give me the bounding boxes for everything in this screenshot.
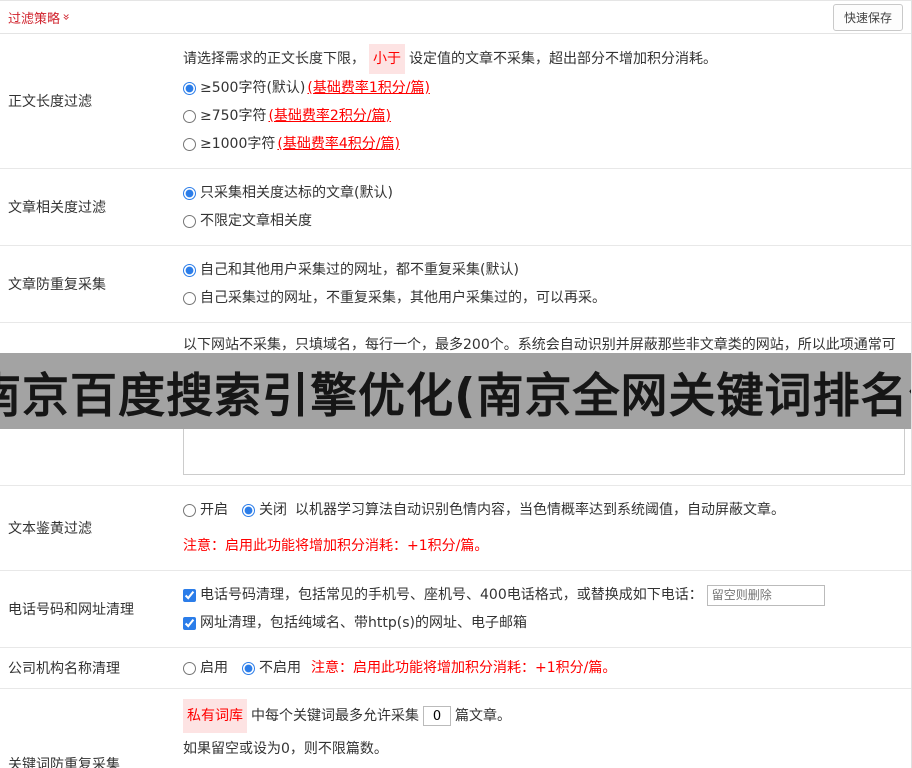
private-lexicon-highlight: 私有词库	[183, 699, 247, 733]
relevance-radio-strict[interactable]	[183, 186, 196, 200]
company-option-label: 启用	[200, 660, 228, 676]
row-label-phone-url: 电话号码和网址清理	[8, 602, 134, 618]
length-radio-750[interactable]	[183, 109, 196, 123]
length-option-fee: (基础费率2积分/篇)	[268, 108, 392, 124]
dedupe-option-self: 自己采集过的网址，不重复采集，其他用户采集过的，可以再采。	[183, 284, 903, 312]
relevance-radio-any[interactable]	[183, 214, 196, 228]
dedupe-option-label: 自己采集过的网址，不重复采集，其他用户采集过的，可以再采。	[200, 290, 606, 306]
phone-cleanup-line: 电话号码清理，包括常见的手机号、座机号、400电话格式，或替换成如下电话：	[183, 581, 903, 609]
row-label-company: 公司机构名称清理	[8, 661, 120, 677]
dedupe-radio-global[interactable]	[183, 263, 196, 277]
length-option-label: ≥500字符(默认)	[200, 80, 306, 96]
porn-filter-options: 开启 关闭 以机器学习算法自动识别色情内容，当色情概率达到系统阈值，自动屏蔽文章…	[183, 496, 903, 524]
keyword-note-zero: 如果留空或设为0，则不限篇数。	[183, 741, 388, 757]
row-length-filter: 正文长度过滤 请选择需求的正文长度下限， 小于 设定值的文章不采集，超出部分不增…	[0, 34, 911, 169]
dedupe-option-global: 自己和其他用户采集过的网址，都不重复采集(默认)	[183, 256, 903, 284]
porn-filter-note: 注意：启用此功能将增加积分消耗：+1积分/篇。	[183, 538, 489, 554]
dedupe-option-label: 自己和其他用户采集过的网址，都不重复采集(默认)	[200, 262, 519, 278]
length-option-label: ≥750字符	[200, 108, 267, 124]
chevron-down-icon: »	[59, 13, 74, 21]
porn-option-label: 关闭	[259, 502, 287, 518]
watermark-overlay: 南京百度搜索引擎优化(南京全网关键词排名优化价	[0, 353, 911, 429]
company-cleanup-options: 启用 不启用 注意：启用此功能将增加积分消耗：+1积分/篇。	[183, 654, 903, 682]
relevance-option-strict: 只采集相关度达标的文章(默认)	[183, 179, 903, 207]
relevance-option-label: 不限定文章相关度	[200, 213, 312, 229]
company-radio-off[interactable]	[242, 661, 255, 675]
porn-radio-off[interactable]	[242, 503, 255, 517]
filter-strategy-page: 过滤策略 » 快速保存 正文长度过滤 请选择需求的正文长度下限， 小于 设定值的…	[0, 0, 912, 768]
row-phone-url-cleanup: 电话号码和网址清理 电话号码清理，包括常见的手机号、座机号、400电话格式，或替…	[0, 571, 911, 648]
porn-filter-description: 以机器学习算法自动识别色情内容，当色情概率达到系统阈值，自动屏蔽文章。	[295, 502, 785, 518]
length-option-1000: ≥1000字符 (基础费率4积分/篇)	[183, 130, 903, 158]
length-intro: 请选择需求的正文长度下限， 小于 设定值的文章不采集，超出部分不增加积分消耗。	[183, 44, 903, 74]
row-porn-filter: 文本鉴黄过滤 开启 关闭 以机器学习算法自动识别色情内容，当色情概率达到系统阈值…	[0, 486, 911, 571]
replacement-phone-input[interactable]	[706, 584, 825, 606]
length-intro-before: 请选择需求的正文长度下限，	[183, 51, 365, 67]
keyword-limit-input[interactable]	[423, 706, 451, 726]
company-option-label: 不启用	[259, 660, 301, 676]
keyword-limit-line: 私有词库 中每个关键词最多允许采集 篇文章。	[183, 699, 903, 733]
row-keyword-dedupe: 关键词防重复采集 私有词库 中每个关键词最多允许采集 篇文章。 如果留空或设为0…	[0, 689, 911, 768]
length-option-fee: (基础费率1积分/篇)	[307, 80, 430, 96]
length-intro-after: 设定值的文章不采集，超出部分不增加积分消耗。	[409, 51, 717, 67]
row-label-relevance: 文章相关度过滤	[8, 200, 106, 216]
row-label-porn: 文本鉴黄过滤	[8, 521, 92, 537]
url-cleanup-checkbox[interactable]	[183, 616, 196, 630]
row-company-cleanup: 公司机构名称清理 启用 不启用 注意：启用此功能将增加积分消耗：+1积分/篇。	[0, 648, 911, 689]
length-radio-500[interactable]	[183, 81, 196, 95]
page-title: 过滤策略	[8, 11, 61, 27]
page-header: 过滤策略 » 快速保存	[0, 1, 911, 34]
porn-radio-on[interactable]	[183, 503, 196, 517]
row-label-dedupe: 文章防重复采集	[8, 277, 106, 293]
dedupe-radio-self[interactable]	[183, 291, 196, 305]
url-cleanup-line: 网址清理，包括纯域名、带http(s)的网址、电子邮箱	[183, 609, 903, 637]
row-dedupe: 文章防重复采集 自己和其他用户采集过的网址，都不重复采集(默认) 自己采集过的网…	[0, 246, 911, 323]
length-option-fee: (基础费率4积分/篇)	[277, 136, 400, 152]
phone-cleanup-checkbox[interactable]	[183, 588, 196, 602]
relevance-option-any: 不限定文章相关度	[183, 207, 903, 235]
watermark-text: 南京百度搜索引擎优化(南京全网关键词排名优化价	[0, 368, 911, 424]
relevance-option-label: 只采集相关度达标的文章(默认)	[200, 185, 393, 201]
keyword-limit-suffix: 篇文章。	[455, 708, 511, 724]
row-relevance-filter: 文章相关度过滤 只采集相关度达标的文章(默认) 不限定文章相关度	[0, 169, 911, 246]
length-intro-highlight: 小于	[369, 44, 405, 74]
company-radio-on[interactable]	[183, 661, 196, 675]
porn-option-label: 开启	[200, 502, 228, 518]
row-label-length: 正文长度过滤	[8, 94, 92, 110]
row-label-keyword: 关键词防重复采集	[8, 757, 120, 768]
length-option-500: ≥500字符(默认) (基础费率1积分/篇)	[183, 74, 903, 102]
filter-strategy-title-toggle[interactable]: 过滤策略 »	[8, 8, 74, 27]
keyword-limit-text: 中每个关键词最多允许采集	[251, 708, 419, 724]
length-option-750: ≥750字符 (基础费率2积分/篇)	[183, 102, 903, 130]
length-radio-1000[interactable]	[183, 137, 196, 151]
url-cleanup-label: 网址清理，包括纯域名、带http(s)的网址、电子邮箱	[200, 615, 527, 631]
quick-save-button[interactable]: 快速保存	[832, 3, 903, 31]
phone-cleanup-label: 电话号码清理，包括常见的手机号、座机号、400电话格式，或替换成如下电话：	[200, 587, 703, 603]
length-option-label: ≥1000字符	[200, 136, 276, 152]
company-cleanup-note: 注意：启用此功能将增加积分消耗：+1积分/篇。	[311, 660, 617, 676]
